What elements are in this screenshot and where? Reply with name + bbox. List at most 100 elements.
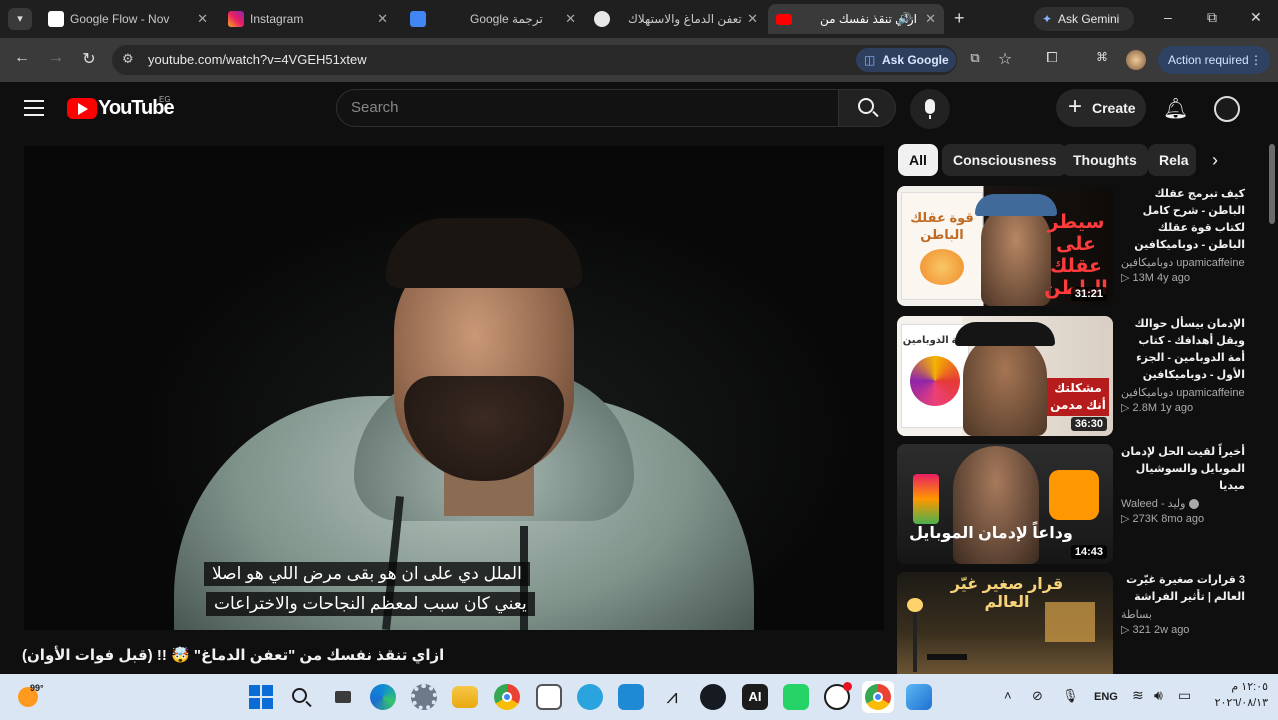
voice-search-button[interactable] [910,89,950,129]
new-tab-button[interactable]: + [954,8,965,29]
close-icon[interactable]: ✕ [197,11,208,27]
bookmark-star-icon[interactable]: ☆ [993,49,1017,69]
tab-search-button[interactable]: ▾ [8,8,32,30]
photos-icon[interactable] [906,684,932,710]
search-button[interactable] [838,89,896,127]
video-thumbnail[interactable]: أمة الدوبامين مشكلتك أنك مدمن 36:30 [897,316,1113,436]
windows-start-icon[interactable] [248,684,274,710]
chip-thoughts[interactable]: Thoughts [1062,144,1148,176]
tab-chatgpt[interactable]: تعفن الدماغ والاستهلاك ✕ [586,4,766,34]
upload-age: 1y ago [1160,402,1194,414]
account-avatar[interactable] [1214,96,1240,122]
edge-icon[interactable] [370,684,396,710]
app-launcher-icon[interactable]: ⩘ [659,684,685,710]
whatsapp-icon[interactable] [783,684,809,710]
extensions-icon[interactable]: ⧠ [1040,49,1064,66]
menu-icon[interactable] [24,100,44,116]
create-button[interactable]: + Create [1056,89,1146,127]
search-icon[interactable] [288,684,314,710]
vscode-icon[interactable] [618,684,644,710]
maximize-button[interactable]: ⧉ [1207,9,1217,26]
settings-gear-icon[interactable] [411,684,437,710]
reload-icon[interactable]: ↻ [77,49,101,69]
wifi-icon[interactable]: ≋ [1132,687,1144,704]
close-icon[interactable]: ✕ [925,11,936,27]
google-flow-icon [48,11,64,27]
github-icon[interactable] [700,684,726,710]
recommendation-title[interactable]: كيف تبرمج عقلك الباطن - شرح كامل لكتاب ق… [1121,186,1245,254]
video-thumbnail[interactable]: قرار صغير غيّر العالم [897,572,1113,674]
profile-avatar[interactable] [1126,50,1146,70]
video-frame[interactable] [24,146,884,630]
person-hair [386,218,582,288]
video-player[interactable]: الملل دي على ان هو بقى مرض اللي هو اصلا … [24,146,884,630]
chips-next-button[interactable]: › [1198,144,1238,176]
search-input[interactable]: Search [336,89,838,127]
close-window-button[interactable]: ✕ [1250,9,1262,26]
weather-widget[interactable]: 99° [18,683,78,711]
thumb-headline: وداعاً لإدمان الموبايل [909,525,1073,542]
close-icon[interactable]: ✕ [747,11,758,27]
tab-youtube-active[interactable]: ازاي تنقذ نفسك من 🔊 ✕ [768,4,944,34]
video-thumbnail[interactable]: قوة عقلك الباطن سيطر على عقلك الباطن 31:… [897,186,1113,306]
close-icon[interactable]: ✕ [565,11,576,27]
action-required-button[interactable]: Action required ⋮ [1158,46,1270,74]
show-hidden-icons[interactable]: ˄ [1004,688,1012,703]
language-indicator[interactable]: ENG [1094,691,1118,703]
trending-icon: ▷ [1121,402,1130,414]
channel-name[interactable]: دوباميكافين upamicaffeine [1121,386,1245,399]
ask-google-button[interactable]: ◫ Ask Google [856,48,956,72]
thumb-bench [927,654,967,660]
tab-instagram[interactable]: Instagram ✕ [220,4,396,34]
chevron-down-icon: ▾ [17,13,23,25]
extension-icon[interactable]: ⌘ [1090,50,1114,64]
recommendation-title[interactable]: أخيراً لقيت الحل لإدمان الموبايل والسوشي… [1121,444,1245,495]
install-app-icon[interactable]: ⧉ [963,50,987,66]
video-thumbnail[interactable]: وداعاً لإدمان الموبايل 14:43 [897,444,1113,564]
ask-gemini-button[interactable]: ✦ Ask Gemini [1034,7,1134,31]
chrome-icon[interactable] [494,684,520,710]
volume-icon[interactable]: 🔊︎ [1154,687,1163,704]
lock-icon [1049,470,1099,520]
recommendation-item[interactable]: أمة الدوبامين مشكلتك أنك مدمن 36:30 الإد… [897,316,1257,436]
recommendation-item[interactable]: قرار صغير غيّر العالم 3 قرارات صغيرة غيّ… [897,572,1257,674]
recommendation-item[interactable]: قوة عقلك الباطن سيطر على عقلك الباطن 31:… [897,186,1257,306]
chip-all[interactable]: All [898,144,938,176]
notification-off-icon[interactable]: ⊘ [1032,688,1043,704]
back-arrow-icon[interactable]: ← [10,49,34,67]
thumb-hat [955,322,1055,346]
recommendation-title[interactable]: 3 قرارات صغيرة غيّرت العالم | تأثير الفر… [1121,572,1245,606]
close-icon[interactable]: ✕ [377,11,388,27]
chrome-active-icon[interactable] [862,681,894,713]
thumb-person [963,334,1047,436]
region-code: EG [159,95,171,104]
windows-taskbar: 99° ⩘ AI ˄ ⊘ 🎙︎ ENG ≋ 🔊︎ ▭ ١٢:٠٥ م ٢٠٢٦/… [0,674,1278,720]
minimize-button[interactable]: – [1164,9,1172,25]
battery-icon[interactable]: ▭ [1178,687,1191,704]
microphone-icon[interactable]: 🎙︎ [1062,688,1079,704]
page-scrollbar[interactable] [1266,136,1278,674]
channel-name[interactable]: بساطة [1121,608,1245,621]
notifications-bell-icon[interactable]: 🔔︎ [1163,96,1188,121]
tab-google-translate[interactable]: Google ترجمة ✕ [402,4,584,34]
chip-consciousness[interactable]: Consciousness [942,144,1068,176]
clock[interactable]: ١٢:٠٥ م ٢٠٢٦/٠٨/١٣ [1208,680,1268,709]
channel-name[interactable]: Waleed - وليد [1121,497,1245,510]
url-text[interactable]: youtube.com/watch?v=4VGEH51xtew [148,52,367,67]
forward-arrow-icon[interactable]: → [44,49,68,67]
recommendation-title[interactable]: الإدمان بيسأل حوالك ويقل أهدافك - كتاب أ… [1121,316,1245,384]
task-view-icon[interactable] [330,684,356,710]
file-explorer-icon[interactable] [452,686,478,708]
chip-rela[interactable]: Rela [1148,144,1196,176]
play-triangle-icon [78,103,88,115]
telegram-icon[interactable] [577,684,603,710]
recommendation-item[interactable]: وداعاً لإدمان الموبايل 14:43 أخيراً لقيت… [897,444,1257,564]
tab-google-flow[interactable]: Google Flow - Nov ✕ [40,4,216,34]
address-bar[interactable]: ⚙ youtube.com/watch?v=4VGEH51xtew ◫ Ask … [112,45,957,75]
store-icon[interactable] [536,684,562,710]
chatgpt-icon[interactable] [824,682,852,710]
channel-name[interactable]: دوباميكافين upamicaffeine [1121,256,1245,269]
ai-app-icon[interactable]: AI [742,684,768,710]
scrollbar-thumb[interactable] [1269,144,1275,224]
site-info-icon[interactable]: ⚙ [122,51,134,67]
